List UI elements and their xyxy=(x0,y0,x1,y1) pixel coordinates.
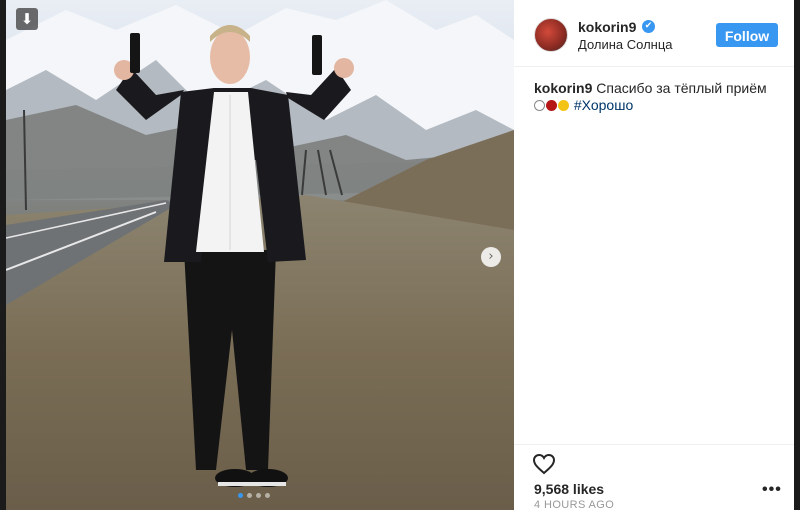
post-caption: kokorin9 Спасибо за тёплый приём #Хорошо xyxy=(534,80,779,114)
post-header: kokorin9 ✔ Долина Солнца Follow xyxy=(514,0,794,67)
avatar[interactable] xyxy=(534,18,568,52)
right-backdrop xyxy=(794,0,800,510)
instagram-post-window: ⬇ › kokorin9 ✔ Долина Солнца Follow koko… xyxy=(0,0,800,510)
yellow-circle-emoji-icon xyxy=(558,100,569,111)
like-heart-icon[interactable] xyxy=(532,453,556,475)
hashtag-link[interactable]: #Хорошо xyxy=(574,97,633,113)
more-options-button[interactable]: ••• xyxy=(762,481,782,499)
caption-username-link[interactable]: kokorin9 xyxy=(534,80,592,96)
download-icon[interactable]: ⬇ xyxy=(16,8,38,30)
post-photo[interactable]: ⬇ › xyxy=(6,0,514,510)
carousel-dot xyxy=(265,493,270,498)
red-circle-emoji-icon xyxy=(546,100,557,111)
verified-badge-icon: ✔ xyxy=(642,20,655,33)
carousel-dot xyxy=(247,493,252,498)
carousel-next-icon[interactable]: › xyxy=(481,247,501,267)
carousel-dots xyxy=(238,493,270,498)
photo-scene xyxy=(6,0,514,510)
caption-text: Спасибо за тёплый приём xyxy=(596,80,767,96)
username-link[interactable]: kokorin9 xyxy=(578,19,636,35)
location-link[interactable]: Долина Солнца xyxy=(578,37,673,52)
white-circle-emoji-icon xyxy=(534,100,545,111)
post-timestamp: 4 HOURS AGO xyxy=(534,499,615,510)
carousel-dot xyxy=(256,493,261,498)
likes-count[interactable]: 9,568 likes xyxy=(534,481,604,497)
post-actions: 9,568 likes ••• 4 HOURS AGO xyxy=(514,444,794,510)
carousel-dot xyxy=(238,493,243,498)
post-side-panel: kokorin9 ✔ Долина Солнца Follow kokorin9… xyxy=(514,0,794,510)
follow-button[interactable]: Follow xyxy=(716,23,778,47)
